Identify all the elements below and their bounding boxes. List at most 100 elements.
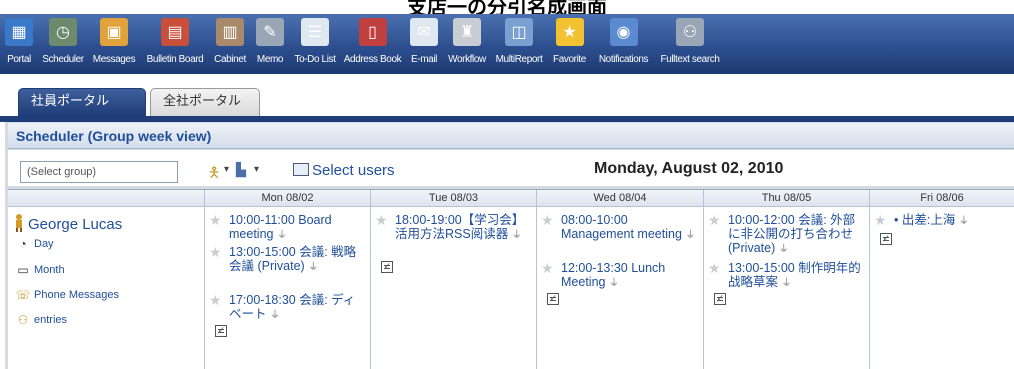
multireport-icon: ◫ <box>505 18 533 46</box>
event-item[interactable]: ★ • 出差:上海 ⏚ <box>870 213 1014 229</box>
toolbar-label: Fulltext search <box>660 54 720 65</box>
transfer-icon: ⏚ <box>308 262 319 273</box>
day-column-mon: ★ 10:00-11:00 Board meeting ⏚ ★ 13:00-15:0… <box>205 207 371 369</box>
person-icon <box>14 214 24 232</box>
tab-company-portal[interactable]: 全社ポータル <box>150 88 260 116</box>
toolbar-label: To-Do List <box>294 54 336 65</box>
toolbar-label: MultiReport <box>495 54 543 65</box>
grid-header-user <box>8 190 205 207</box>
toolbar-scheduler-button[interactable]: ◷ Scheduler <box>38 14 88 74</box>
toolbar-label: Notifications <box>598 54 649 65</box>
notifications-icon: ◉ <box>609 18 638 46</box>
toolbar-label: Messages <box>92 54 136 65</box>
day-header: Thu 08/05 <box>704 190 870 207</box>
toolbar-workflow-button[interactable]: ♜ Workflow <box>443 14 491 74</box>
transfer-icon: ⏚ <box>276 230 287 241</box>
toolbar-address-book-button[interactable]: ▯ Address Book <box>340 14 405 74</box>
toolbar-bulletin-board-button[interactable]: ▤ Bulletin Board <box>140 14 210 74</box>
scheduler-controls: (Select group) 🯅 ▾ ▙ ▾ Select users Mond… <box>8 150 1014 186</box>
event-item[interactable]: ★ 12:00-13:30 Lunch Meeting ⏚ <box>537 261 703 291</box>
toolbar-cabinet-button[interactable]: ▥ Cabinet <box>210 14 250 74</box>
toolbar-e-mail-button[interactable]: ✉ E-mail <box>405 14 443 74</box>
transfer-icon: ⏚ <box>608 278 619 289</box>
add-memo-icon[interactable]: ✓ <box>880 233 892 245</box>
star-icon[interactable]: ★ <box>209 213 222 227</box>
day-view-link[interactable]: ◔ Day <box>14 237 53 251</box>
tab-employee-portal[interactable]: 社員ポータル <box>18 88 146 116</box>
day-column-fri: ★ • 出差:上海 ⏚ ✓ <box>870 207 1014 369</box>
toolbar-label: Bulletin Board <box>146 54 204 65</box>
day-header: Tue 08/03 <box>371 190 537 207</box>
group-select[interactable]: (Select group) <box>20 161 178 183</box>
current-date: Monday, August 02, 2010 <box>594 160 784 177</box>
workflow-icon: ♜ <box>453 18 481 46</box>
star-icon[interactable]: ★ <box>708 261 721 275</box>
person-icon[interactable]: 🯅 <box>208 162 220 186</box>
bulletin-board-icon: ▤ <box>161 18 189 46</box>
star-icon[interactable]: ★ <box>209 245 222 259</box>
people-icon: ⚇ <box>17 313 29 327</box>
toolbar-label: Scheduler <box>42 54 84 65</box>
event-item[interactable]: ★ 10:00-11:00 Board meeting ⏚ <box>205 213 370 243</box>
phone-messages-link[interactable]: ☏ Phone Messages <box>14 288 119 302</box>
toolbar-notifications-button[interactable]: ◉ Notifications <box>592 14 655 74</box>
star-icon[interactable]: ★ <box>209 293 222 307</box>
toolbar-label: Portal <box>7 54 31 65</box>
toolbar-messages-button[interactable]: ▣ Messages <box>88 14 140 74</box>
page-caption: 支店一の分引名成画面 <box>407 0 607 14</box>
add-memo-icon[interactable]: ✓ <box>547 293 559 305</box>
memo-icon: ✎ <box>256 18 284 46</box>
star-icon[interactable]: ★ <box>541 213 554 227</box>
day-column-wed: ★ 08:00-10:00 Management meeting ⏚ ★ 12:00… <box>537 207 704 369</box>
panel-titlebar: Scheduler (Group week view) <box>8 123 1014 149</box>
transfer-icon: ⏚ <box>511 230 522 241</box>
star-icon[interactable]: ★ <box>541 261 554 275</box>
toolbar-label: Address Book <box>343 54 402 65</box>
chevron-down-icon[interactable]: ▾ <box>224 164 229 175</box>
phone-icon: ☏ <box>15 288 31 302</box>
toolbar-portal-button[interactable]: ▦ Portal <box>0 14 38 74</box>
transfer-icon: ⏚ <box>778 244 789 255</box>
user-name-link[interactable]: George Lucas <box>14 214 122 233</box>
star-icon[interactable]: ★ <box>375 213 388 227</box>
day-header: Mon 08/02 <box>205 190 371 207</box>
portal-icon: ▦ <box>5 18 33 46</box>
toolbar-favorite-button[interactable]: ★ Favorite <box>547 14 592 74</box>
user-column: George Lucas ◔ Day ▭ Month ☏ Phone Messages… <box>8 207 205 369</box>
entries-link[interactable]: ⚇ entries <box>14 313 67 327</box>
toolbar-multireport-button[interactable]: ◫ MultiReport <box>491 14 547 74</box>
toolbar-fulltext-search-button[interactable]: ⚇ Fulltext search <box>655 14 725 74</box>
event-item[interactable]: ★ 08:00-10:00 Management meeting ⏚ <box>537 213 703 243</box>
add-memo-icon[interactable]: ✓ <box>381 261 393 273</box>
event-item[interactable]: ★ 18:00-19:00【学习会】活用方法RSS阅读器 ⏚ <box>371 213 536 243</box>
star-icon[interactable]: ★ <box>874 213 887 227</box>
chevron-down-icon[interactable]: ▾ <box>254 164 259 175</box>
toolbar-label: Favorite <box>553 54 586 65</box>
toolbar-label: Cabinet <box>214 54 246 65</box>
messages-icon: ▣ <box>100 18 128 46</box>
add-memo-icon[interactable]: ✓ <box>215 325 227 337</box>
event-item[interactable]: ★ 10:00-12:00 会議: 外部に非公開の打ち合わせ (Private) … <box>704 213 869 257</box>
week-grid: Mon 08/02 Tue 08/03 Wed 08/04 Thu 08/05 … <box>8 189 1014 369</box>
address-book-icon: ▯ <box>358 18 387 46</box>
email-icon: ✉ <box>410 18 438 46</box>
todo-icon: ☰ <box>301 18 329 46</box>
event-item[interactable]: ★ 13:00-15:00 制作明年的战略草案 ⏚ <box>704 261 869 291</box>
select-users-button[interactable]: Select users <box>293 162 395 179</box>
clock-icon: ◔ <box>19 237 27 251</box>
month-view-link[interactable]: ▭ Month <box>14 263 64 277</box>
event-item[interactable]: ★ 13:00-15:00 会議: 戦略会議 (Private) ⏚ <box>205 245 370 275</box>
day-column-thu: ★ 10:00-12:00 会議: 外部に非公開の打ち合わせ (Private) … <box>704 207 870 369</box>
toolbar-memo-button[interactable]: ✎ Memo <box>250 14 290 74</box>
add-memo-icon[interactable]: ✓ <box>714 293 726 305</box>
clock-icon: ◷ <box>49 18 77 46</box>
toolbar-to-do-list-button[interactable]: ☰ To-Do List <box>290 14 340 74</box>
star-icon[interactable]: ★ <box>708 213 721 227</box>
calendar-icon: ▭ <box>17 263 29 277</box>
event-item[interactable]: ★ 17:00-18:30 会議: ディベート ⏚ <box>205 293 370 323</box>
cabinet-icon: ▥ <box>216 18 244 46</box>
day-header: Fri 08/06 <box>870 190 1014 207</box>
facility-icon[interactable]: ▙ <box>236 162 246 178</box>
toolbar-label: Memo <box>256 54 284 65</box>
panel-title: Scheduler (Group week view) <box>16 128 212 144</box>
